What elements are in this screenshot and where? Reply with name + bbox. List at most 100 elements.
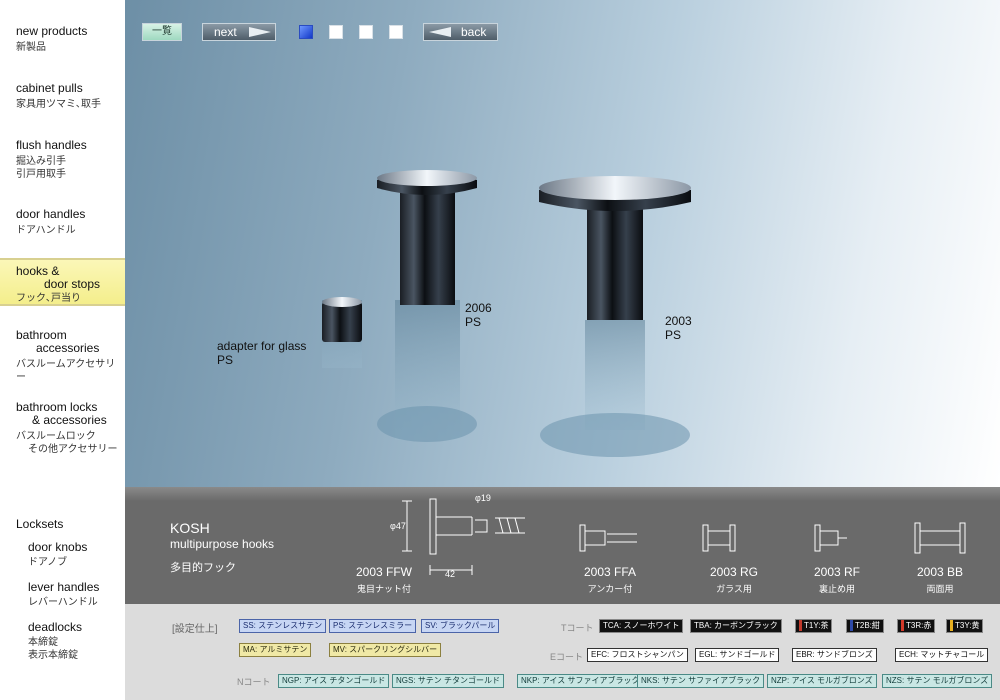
sidebar-nav: new products 新製品 cabinet pulls 家具用ツマミ､取手… bbox=[0, 0, 125, 700]
nav-label-ja: ドアハンドル bbox=[16, 225, 76, 236]
finish-name: サンドブロンズ bbox=[816, 650, 873, 659]
finish-name: マットチャコール bbox=[920, 650, 985, 659]
finish-swatch-ngs[interactable]: NGS: サテン チタンゴールド bbox=[392, 674, 505, 688]
finish-swatch-t1y[interactable]: T1Y:茶 bbox=[795, 619, 833, 633]
nav-label-ja: ドアノブ bbox=[28, 557, 68, 568]
nav-door-handles[interactable]: door handles ドアハンドル bbox=[0, 208, 125, 237]
model-code: 2003 RF bbox=[813, 565, 861, 579]
finish-code: TBA bbox=[694, 621, 710, 630]
color-bar bbox=[799, 620, 802, 631]
finish-code: NGS bbox=[396, 676, 414, 685]
finish-swatch-efc[interactable]: EFC: フロストシャンパン bbox=[587, 648, 688, 662]
model-code: 2003 FFW bbox=[355, 565, 412, 579]
adapter-product bbox=[322, 297, 362, 368]
label-2003-model: 2003 bbox=[665, 314, 692, 328]
finish-swatch-mv[interactable]: MV: スパークリングシルバー bbox=[329, 643, 442, 657]
model-note: 裏止め用 bbox=[818, 584, 855, 594]
color-bar bbox=[901, 620, 904, 631]
finish-swatch-ebr[interactable]: EBR: サンドブロンズ bbox=[792, 648, 877, 662]
nav-new-products[interactable]: new products 新製品 bbox=[0, 25, 125, 54]
product-hero-image: 一覧 next back adapter for glass PS 2006 P… bbox=[125, 0, 1000, 487]
t-coat-label: Tコート bbox=[561, 623, 594, 633]
nav-bathroom-accessories[interactable]: bathroom accessories バスルームアクセサリー bbox=[0, 329, 125, 384]
finish-code: ECH bbox=[899, 650, 916, 659]
finish-name: アルミサテン bbox=[259, 645, 308, 654]
finish-code: NZP bbox=[771, 676, 787, 685]
label-2003: 2003 PS bbox=[665, 314, 692, 342]
finish-swatch-nks[interactable]: NKS: サテン サファイアブラック bbox=[637, 674, 765, 688]
nav-label: flush handles bbox=[16, 138, 87, 152]
finish-swatch-sv[interactable]: SV: ブラックパール bbox=[421, 619, 500, 633]
nav-flush-handles[interactable]: flush handles 掘込み引手 引戸用取手 bbox=[0, 139, 125, 181]
dim-length-42: 42 bbox=[445, 569, 456, 579]
finish-code: T3Y bbox=[955, 621, 970, 630]
nav-label: door knobs bbox=[28, 540, 88, 554]
finish-swatch-nzs[interactable]: NZS: サテン モルガブロンズ bbox=[882, 674, 993, 688]
finish-code: PS bbox=[333, 621, 344, 630]
finish-swatch-ech[interactable]: ECH: マットチャコール bbox=[895, 648, 989, 662]
nav-bathroom-locks[interactable]: bathroom locks & accessories バスルームロック その… bbox=[0, 401, 125, 456]
finish-code: SV bbox=[425, 621, 436, 630]
model-note: アンカー付 bbox=[587, 584, 633, 594]
finish-name: カーボンブラック bbox=[714, 621, 778, 630]
finish-swatch-tba[interactable]: TBA: カーボンブラック bbox=[690, 619, 782, 633]
nav-label: lever handles bbox=[28, 580, 100, 594]
finish-swatch-ps[interactable]: PS: ステンレスミラー bbox=[329, 619, 417, 633]
finish-swatch-ngp[interactable]: NGP: アイス チタンゴールド bbox=[278, 674, 390, 688]
finish-swatch-ma[interactable]: MA: アルミサテン bbox=[239, 643, 312, 657]
nav-deadlocks[interactable]: deadlocks 本締錠 表示本締錠 bbox=[28, 621, 82, 662]
nav-cabinet-pulls[interactable]: cabinet pulls 家具用ツマミ､取手 bbox=[0, 82, 125, 111]
nav-label: accessories bbox=[36, 341, 100, 355]
label-adapter: adapter for glass PS bbox=[217, 339, 306, 367]
finish-name: 茶 bbox=[820, 621, 829, 630]
nav-label: & accessories bbox=[32, 413, 107, 427]
finish-swatch-tca[interactable]: TCA: スノーホワイト bbox=[599, 619, 684, 633]
finish-swatch-t2b[interactable]: T2B:紺 bbox=[846, 619, 884, 633]
nav-label-ja: バスルームアクセサリー bbox=[16, 359, 116, 383]
finish-code: NGP bbox=[282, 676, 300, 685]
model-note: 両面用 bbox=[926, 584, 954, 594]
nav-label: door stops bbox=[44, 277, 101, 291]
finish-code: T1Y bbox=[804, 621, 819, 630]
finish-name: スノーホワイト bbox=[623, 621, 680, 630]
finish-code: MA bbox=[243, 645, 255, 654]
model-code: 2003 FFA bbox=[583, 565, 637, 579]
nav-hooks-door-stops[interactable]: hooks & door stops フック､戸当り bbox=[0, 258, 125, 306]
finish-name: 黄 bbox=[971, 621, 980, 630]
finish-code: SS bbox=[243, 621, 254, 630]
finish-code: EBR bbox=[796, 650, 813, 659]
nav-locksets-heading: Locksets bbox=[0, 518, 125, 531]
finish-name: サテン チタンゴールド bbox=[417, 676, 501, 685]
nav-label: cabinet pulls bbox=[16, 81, 83, 95]
finish-name: 赤 bbox=[923, 621, 932, 630]
finish-swatch-egl[interactable]: EGL: サンドゴールド bbox=[695, 648, 780, 662]
nav-label-ja: 表示本締錠 bbox=[28, 650, 78, 661]
e-coat-label: Eコート bbox=[550, 652, 584, 662]
label-adapter-finish: PS bbox=[217, 353, 234, 367]
finish-name: フロストシャンパン bbox=[611, 650, 684, 659]
label-adapter-text: adapter for glass bbox=[217, 339, 307, 353]
label-2006-model: 2006 bbox=[465, 301, 492, 315]
nav-label-ja: 新製品 bbox=[16, 42, 46, 53]
finish-heading: [設定仕上] bbox=[172, 624, 218, 635]
finish-swatch-t3r[interactable]: T3R:赤 bbox=[897, 619, 936, 633]
nav-label-ja: その他アクセサリー bbox=[28, 444, 118, 455]
nav-label-ja: 家具用ツマミ､取手 bbox=[16, 99, 101, 110]
nav-label-ja: 掘込み引手 bbox=[16, 156, 66, 167]
finish-swatch-t3y[interactable]: T3Y:黄 bbox=[946, 619, 984, 633]
finish-code: T3R bbox=[906, 621, 922, 630]
dim-diameter-19: φ19 bbox=[475, 493, 491, 503]
finish-code: NKS bbox=[641, 676, 658, 685]
finish-swatch-nkp[interactable]: NKP: アイス サファイアブラック bbox=[517, 674, 644, 688]
finish-swatch-nzp[interactable]: NZP: アイス モルガブロンズ bbox=[767, 674, 877, 688]
finish-name: アイス チタンゴールド bbox=[303, 676, 386, 685]
model-note: ガラス用 bbox=[716, 584, 752, 594]
finish-name: ステンレスミラー bbox=[348, 621, 413, 630]
finish-code: NZS bbox=[886, 676, 902, 685]
finish-name: ステンレスサテン bbox=[258, 621, 323, 630]
nav-lever-handles[interactable]: lever handles レバーハンドル bbox=[28, 581, 99, 609]
finish-code: T2B bbox=[855, 621, 870, 630]
model-note: 鬼目ナット付 bbox=[356, 584, 411, 594]
nav-door-knobs[interactable]: door knobs ドアノブ bbox=[28, 541, 87, 569]
finish-swatch-ss[interactable]: SS: ステンレスサテン bbox=[239, 619, 327, 633]
